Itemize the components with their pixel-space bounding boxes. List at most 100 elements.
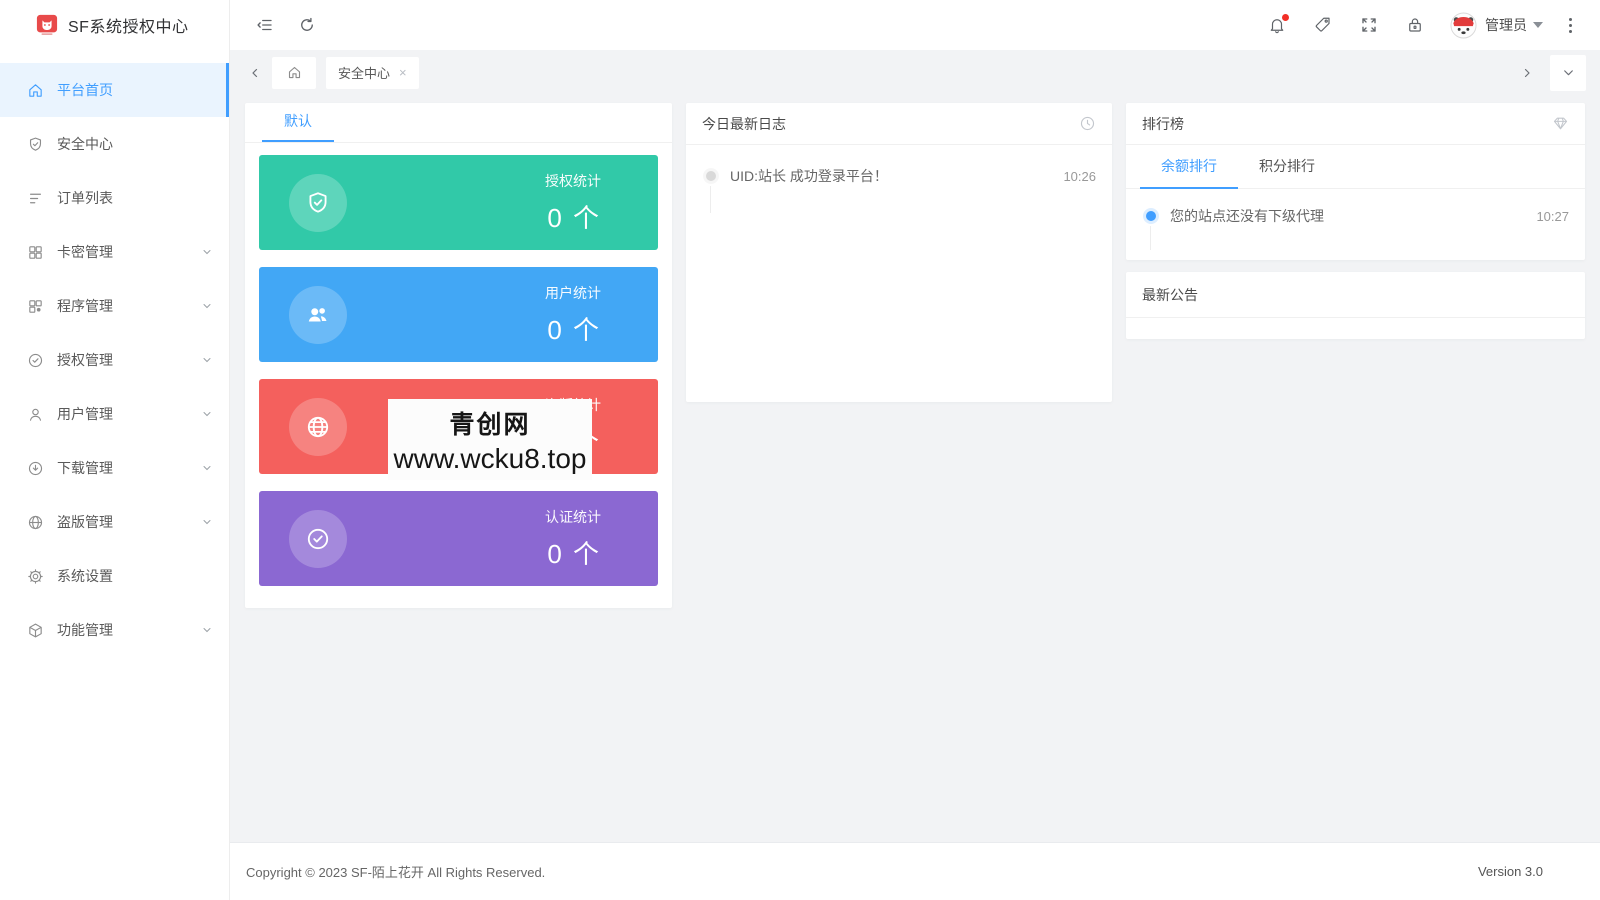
tab-points-rank[interactable]: 积分排行 bbox=[1238, 145, 1336, 188]
timeline-dot-icon bbox=[1146, 211, 1156, 221]
refresh-button[interactable] bbox=[290, 8, 324, 42]
lock-icon bbox=[1409, 18, 1421, 32]
tab-balance-rank[interactable]: 余额排行 bbox=[1140, 145, 1238, 189]
sidebar-item-piracy-mgmt[interactable]: 盗版管理 bbox=[0, 495, 229, 549]
diamond-icon bbox=[1553, 117, 1568, 130]
tabbar: 安全中心 × bbox=[230, 50, 1600, 95]
log-panel-header: 今日最新日志 bbox=[686, 103, 1112, 145]
fullscreen-icon bbox=[1362, 18, 1376, 32]
sidebar-item-program-mgmt[interactable]: 程序管理 bbox=[0, 279, 229, 333]
sidebar-item-order-list[interactable]: 订单列表 bbox=[0, 171, 229, 225]
watermark-line1: 青创网 bbox=[449, 410, 531, 439]
stats-panel: 默认 授权统计 0 个 用户统计 0 个 盗版统计 bbox=[245, 103, 672, 608]
avatar[interactable] bbox=[1450, 11, 1477, 39]
tab-default[interactable]: 默认 bbox=[262, 103, 334, 142]
chevron-left-icon bbox=[252, 68, 258, 77]
tab-security-center[interactable]: 安全中心 × bbox=[326, 56, 419, 89]
sidebar-item-user-mgmt[interactable]: 用户管理 bbox=[0, 387, 229, 441]
rank-panel-header: 排行榜 bbox=[1126, 103, 1585, 145]
top-header: 管理员 bbox=[230, 0, 1600, 50]
page: SF系统授权中心 平台首页 安全中心 订单列表 卡密管理 程序管理 授权管理 用… bbox=[0, 0, 1600, 900]
stat-value: 0 个 bbox=[547, 314, 601, 345]
sidebar-item-download-mgmt[interactable]: 下载管理 bbox=[0, 441, 229, 495]
lock-screen-button[interactable] bbox=[1398, 8, 1432, 42]
refresh-icon bbox=[301, 17, 313, 31]
admin-menu[interactable]: 管理员 bbox=[1485, 15, 1543, 35]
app-title: SF系统授权中心 bbox=[68, 19, 189, 36]
sidebar-item-label: 安全中心 bbox=[57, 136, 113, 152]
sidebar-item-label: 订单列表 bbox=[57, 190, 113, 206]
more-options-button[interactable] bbox=[1563, 12, 1578, 39]
stat-cards: 授权统计 0 个 用户统计 0 个 盗版统计 0 个 bbox=[245, 143, 672, 586]
sidebar-item-label: 盗版管理 bbox=[57, 514, 113, 530]
rank-entry: 您的站点还没有下级代理 10:27 bbox=[1126, 189, 1585, 250]
watermark-line2: www.wcku8.top bbox=[393, 442, 587, 474]
log-entry-time: 10:26 bbox=[1063, 168, 1096, 184]
list-icon bbox=[29, 193, 42, 203]
stat-label: 授权统计 bbox=[545, 172, 601, 189]
sidebar-item-platform-home[interactable]: 平台首页 bbox=[0, 63, 229, 117]
rank-panel-title: 排行榜 bbox=[1142, 115, 1184, 132]
tags-button[interactable] bbox=[1306, 8, 1340, 42]
chevron-down-icon bbox=[203, 304, 211, 309]
tab-label: 安全中心 bbox=[338, 66, 391, 81]
stat-value: 0 个 bbox=[547, 202, 601, 233]
collapse-menu-icon bbox=[257, 19, 272, 31]
chevron-down-icon bbox=[203, 520, 211, 525]
chevron-right-icon bbox=[1524, 68, 1530, 77]
gear-icon bbox=[28, 568, 43, 584]
fullscreen-button[interactable] bbox=[1352, 8, 1386, 42]
stats-tabs: 默认 bbox=[245, 103, 672, 143]
sidebar-item-label: 卡密管理 bbox=[57, 244, 113, 260]
tab-home[interactable] bbox=[272, 56, 316, 89]
sidebar-item-label: 平台首页 bbox=[57, 82, 113, 98]
stat-value: 0 个 bbox=[547, 538, 601, 569]
chevron-down-icon bbox=[203, 628, 211, 633]
tabs-scroll-left-button[interactable] bbox=[244, 58, 266, 88]
copyright-text: Copyright © 2023 SF-陌上花开 All Rights Rese… bbox=[246, 865, 546, 880]
log-panel: 今日最新日志 UID:站长 成功登录平台！ 10:26 bbox=[686, 103, 1112, 402]
sidebar-item-label: 功能管理 bbox=[57, 622, 113, 638]
tab-close-icon[interactable]: × bbox=[399, 66, 407, 79]
timeline-line bbox=[1150, 226, 1151, 250]
sidebar-item-label: 用户管理 bbox=[57, 406, 113, 422]
stat-card-authorization[interactable]: 授权统计 0 个 bbox=[259, 155, 658, 250]
sidebar-item-system-settings[interactable]: 系统设置 bbox=[0, 549, 229, 603]
footer: Copyright © 2023 SF-陌上花开 All Rights Rese… bbox=[230, 842, 1600, 900]
shield-check-icon bbox=[29, 137, 42, 151]
home-icon bbox=[288, 66, 300, 79]
stat-card-users[interactable]: 用户统计 0 个 bbox=[259, 267, 658, 362]
app-logo[interactable]: SF系统授权中心 bbox=[0, 0, 229, 50]
grid-icon bbox=[29, 245, 42, 259]
rank-entry-text: 您的站点还没有下级代理 bbox=[1170, 208, 1324, 224]
check-circle-icon bbox=[307, 528, 329, 549]
notice-panel-header: 最新公告 bbox=[1126, 272, 1585, 318]
tabs-options-button[interactable] bbox=[1550, 54, 1586, 91]
caret-down-icon bbox=[1533, 22, 1543, 28]
download-icon bbox=[28, 461, 43, 475]
cube-icon bbox=[29, 623, 42, 637]
chevron-down-icon bbox=[203, 412, 211, 417]
header-actions: 管理员 bbox=[1248, 8, 1578, 42]
rank-entry-time: 10:27 bbox=[1536, 208, 1569, 224]
stat-card-certification[interactable]: 认证统计 0 个 bbox=[259, 491, 658, 586]
globe-icon bbox=[28, 515, 43, 529]
sidebar-item-auth-mgmt[interactable]: 授权管理 bbox=[0, 333, 229, 387]
rank-panel: 排行榜 余额排行 积分排行 您的站点还没有下级代理 10:27 bbox=[1126, 103, 1585, 260]
notifications-button[interactable] bbox=[1260, 8, 1294, 42]
tabbar-right-controls bbox=[1516, 54, 1586, 91]
log-panel-title: 今日最新日志 bbox=[702, 115, 786, 132]
clock-icon bbox=[1080, 116, 1095, 131]
tabs-scroll-right-button[interactable] bbox=[1516, 58, 1538, 88]
tag-icon bbox=[1315, 17, 1330, 32]
sidebar-item-feature-mgmt[interactable]: 功能管理 bbox=[0, 603, 229, 657]
sidebar-item-label: 系统设置 bbox=[57, 568, 113, 584]
sidebar-item-security-center[interactable]: 安全中心 bbox=[0, 117, 229, 171]
sidebar-collapse-button[interactable] bbox=[248, 8, 282, 42]
timeline-dot-icon bbox=[706, 171, 716, 181]
app-logo-icon bbox=[36, 14, 58, 35]
user-icon bbox=[29, 408, 42, 421]
sidebar-item-card-key-mgmt[interactable]: 卡密管理 bbox=[0, 225, 229, 279]
home-icon bbox=[29, 83, 42, 97]
globe-icon bbox=[307, 416, 329, 437]
